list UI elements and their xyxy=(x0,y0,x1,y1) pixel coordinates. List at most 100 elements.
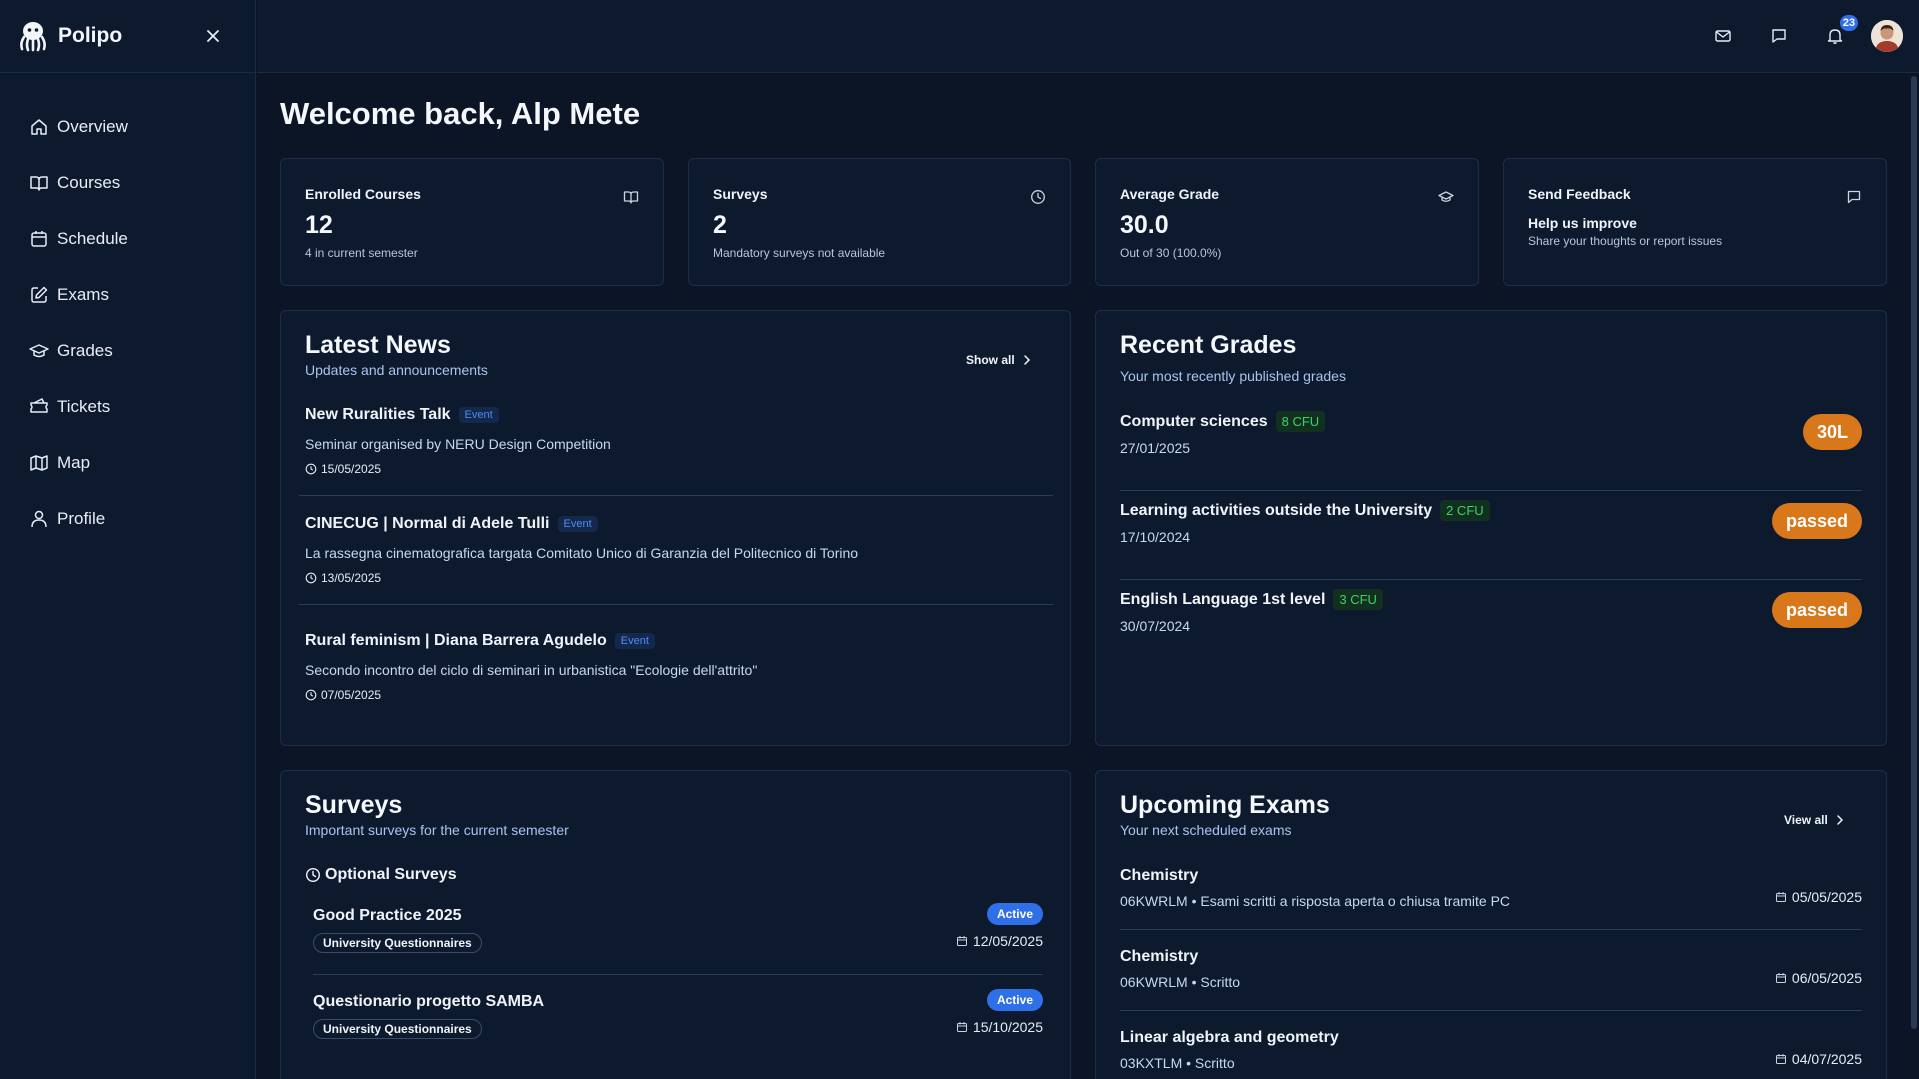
divider xyxy=(1120,490,1862,491)
sidebar-item-profile[interactable]: Profile xyxy=(0,491,255,547)
sidebar-nav: Overview Courses Schedule Exams Grades T… xyxy=(0,73,255,547)
survey-date-text: 12/05/2025 xyxy=(972,933,1043,949)
grade-badge: passed xyxy=(1771,503,1862,539)
sidebar-item-map[interactable]: Map xyxy=(0,435,255,491)
survey-row[interactable]: Good Practice 2025 University Questionna… xyxy=(313,903,1043,967)
feedback-subtitle: Share your thoughts or report issues xyxy=(1528,234,1723,248)
cfu-badge: 3 CFU xyxy=(1333,589,1383,610)
news-item[interactable]: New Ruralities Talk Event Seminar organi… xyxy=(305,406,1051,476)
news-item-title-row: Rural feminism | Diana Barrera Agudelo E… xyxy=(305,632,1051,650)
divider xyxy=(299,604,1053,605)
news-item-date-text: 07/05/2025 xyxy=(321,688,382,702)
grade-name-row: Computer sciences 8 CFU xyxy=(1120,411,1862,432)
news-item-date: 07/05/2025 xyxy=(305,688,1051,702)
exam-row[interactable]: Chemistry 06KWRLM • Scritto 06/05/2025 xyxy=(1120,948,1862,1008)
survey-date: 12/05/2025 xyxy=(956,933,1043,949)
brand-name: Polipo xyxy=(58,24,123,47)
grade-row[interactable]: Learning activities outside the Universi… xyxy=(1120,500,1862,560)
sidebar-item-overview[interactable]: Overview xyxy=(0,99,255,155)
news-item[interactable]: Rural feminism | Diana Barrera Agudelo E… xyxy=(305,632,1051,702)
grade-date: 30/07/2024 xyxy=(1120,618,1191,634)
sidebar-item-label: Overview xyxy=(57,117,128,136)
exams-card: Upcoming Exams Your next scheduled exams… xyxy=(1095,770,1887,1079)
exam-name: Chemistry xyxy=(1120,867,1199,884)
sidebar-item-label: Grades xyxy=(57,341,113,360)
avatar[interactable] xyxy=(1871,20,1903,52)
home-icon xyxy=(31,119,47,135)
divider xyxy=(1120,929,1862,930)
exam-details: 06KWRLM • Esami scritti a risposta apert… xyxy=(1120,893,1511,909)
survey-row[interactable]: Questionario progetto SAMBA University Q… xyxy=(313,989,1043,1053)
status-badge: Active xyxy=(986,903,1043,925)
calendar-icon xyxy=(956,1022,967,1032)
sidebar-item-grades[interactable]: Grades xyxy=(0,323,255,379)
feedback-card[interactable]: Send Feedback Help us improve Share your… xyxy=(1503,158,1887,286)
exams-title: Upcoming Exams xyxy=(1120,791,1330,819)
clock-icon xyxy=(305,689,317,701)
surveys-card: Surveys Important surveys for the curren… xyxy=(280,770,1071,1079)
news-item-title: New Ruralities Talk xyxy=(305,406,451,423)
grade-row[interactable]: Computer sciences 8 CFU 27/01/2025 30L xyxy=(1120,411,1862,471)
sidebar-item-exams[interactable]: Exams xyxy=(0,267,255,323)
exam-name: Linear algebra and geometry xyxy=(1120,1029,1339,1046)
stat-value: 30.0 xyxy=(1120,211,1169,239)
news-subtitle: Updates and announcements xyxy=(305,362,488,378)
view-all-label: View all xyxy=(1784,813,1828,827)
news-item-title-row: New Ruralities Talk Event xyxy=(305,406,1051,424)
stat-subtitle: Out of 30 (100.0%) xyxy=(1120,246,1222,260)
calendar-icon xyxy=(1775,973,1786,983)
exam-date-text: 06/05/2025 xyxy=(1791,970,1862,986)
stat-card-enrolled-courses: Enrolled Courses 12 4 in current semeste… xyxy=(280,158,664,286)
event-tag: Event xyxy=(614,633,655,649)
mail-icon[interactable] xyxy=(1714,27,1732,45)
news-item-date: 15/05/2025 xyxy=(305,462,1051,476)
grades-title: Recent Grades xyxy=(1120,331,1297,359)
sidebar-item-label: Tickets xyxy=(57,397,111,416)
feedback-heading: Help us improve xyxy=(1528,215,1637,231)
stat-card-average-grade: Average Grade 30.0 Out of 30 (100.0%) xyxy=(1095,158,1479,286)
surveys-title: Surveys xyxy=(305,791,403,819)
exam-date-text: 05/05/2025 xyxy=(1791,889,1862,905)
news-item[interactable]: CINECUG | Normal di Adele Tulli Event La… xyxy=(305,515,1051,585)
show-all-news-button[interactable]: Show all xyxy=(966,353,1033,367)
clock-icon xyxy=(305,867,321,883)
exam-date: 05/05/2025 xyxy=(1775,889,1862,905)
news-item-description: Seminar organised by NERU Design Competi… xyxy=(305,436,611,452)
view-all-exams-button[interactable]: View all xyxy=(1784,813,1846,827)
grade-date: 27/01/2025 xyxy=(1120,440,1191,456)
divider xyxy=(1120,579,1862,580)
sidebar-item-schedule[interactable]: Schedule xyxy=(0,211,255,267)
page-title: Welcome back, Alp Mete xyxy=(280,96,641,131)
sidebar-item-courses[interactable]: Courses xyxy=(0,155,255,211)
clock-icon xyxy=(305,572,317,584)
stat-title: Enrolled Courses xyxy=(305,186,421,202)
divider xyxy=(299,495,1053,496)
sidebar-item-tickets[interactable]: Tickets xyxy=(0,379,255,435)
cfu-badge: 2 CFU xyxy=(1440,500,1490,521)
sidebar-item-label: Map xyxy=(57,453,91,472)
optional-surveys-heading: Optional Surveys xyxy=(305,866,457,884)
close-icon[interactable] xyxy=(205,28,221,44)
avatar-image xyxy=(1871,20,1903,52)
brand: Polipo xyxy=(0,0,255,73)
exam-details: 03KXTLM • Scritto xyxy=(1120,1055,1235,1071)
sidebar-item-label: Courses xyxy=(57,173,121,192)
survey-category-tag: University Questionnaires xyxy=(313,933,482,953)
survey-name: Questionario progetto SAMBA xyxy=(313,993,545,1010)
grades-card: Recent Grades Your most recently publish… xyxy=(1095,310,1887,746)
stat-value: 12 xyxy=(305,211,333,239)
survey-name: Good Practice 2025 xyxy=(313,907,462,924)
news-item-date: 13/05/2025 xyxy=(305,571,1051,585)
exam-row[interactable]: Chemistry 06KWRLM • Esami scritti a risp… xyxy=(1120,867,1862,927)
calendar-icon xyxy=(1775,892,1786,902)
message-icon xyxy=(1847,190,1861,204)
exams-subtitle: Your next scheduled exams xyxy=(1120,822,1292,838)
book-icon xyxy=(30,176,48,191)
feedback-title: Send Feedback xyxy=(1528,186,1631,202)
exam-row[interactable]: Linear algebra and geometry 03KXTLM • Sc… xyxy=(1120,1029,1862,1079)
message-icon[interactable] xyxy=(1770,27,1788,45)
grade-row[interactable]: English Language 1st level 3 CFU 30/07/2… xyxy=(1120,589,1862,649)
page-scrollbar[interactable] xyxy=(1911,76,1917,1029)
book-icon xyxy=(623,191,639,204)
calendar-icon xyxy=(1775,1054,1786,1064)
